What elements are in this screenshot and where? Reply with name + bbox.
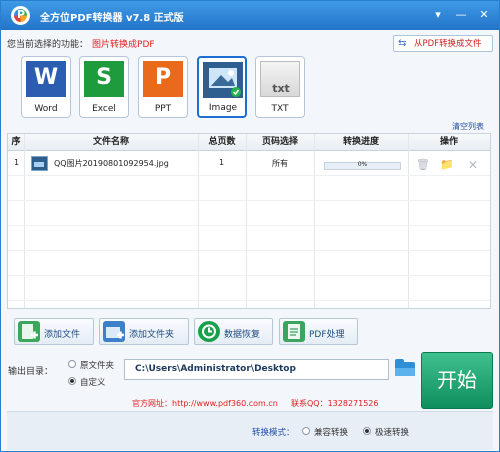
- function-selector: 您当前选择的功能： 图片转换成PDF: [7, 37, 155, 50]
- minimize-button[interactable]: —: [450, 6, 472, 24]
- txt-icon: txt: [260, 61, 300, 97]
- progress-text: 0%: [357, 161, 368, 168]
- swap-icon: ⇆: [398, 38, 407, 49]
- row-total-pages: 1: [219, 158, 225, 167]
- format-name: Word: [34, 104, 58, 114]
- word-icon: W: [26, 61, 66, 97]
- data-restore-label: 数据恢复: [224, 330, 261, 340]
- col-operations[interactable]: 操作: [408, 134, 490, 150]
- format-name: TXT: [271, 104, 289, 114]
- compatible-mode-label[interactable]: 兼容转换: [314, 426, 348, 438]
- format-name: PPT: [154, 104, 172, 114]
- format-word-button[interactable]: W Word: [21, 56, 71, 118]
- function-label: 您当前选择的功能：: [7, 40, 89, 50]
- format-ppt-button[interactable]: P PPT: [138, 56, 188, 118]
- title-bar[interactable]: 全方位PDF转换器 v7.8 正式版 ▾ — ✕: [1, 1, 499, 30]
- col-page-selection[interactable]: 页码选择: [246, 134, 314, 150]
- start-button[interactable]: 开始: [421, 352, 493, 409]
- app-window: 全方位PDF转换器 v7.8 正式版 ▾ — ✕ 您当前选择的功能：图片转换成P…: [0, 0, 500, 452]
- image-file-icon: [31, 156, 48, 171]
- bottom-bar: 转换模式： 兼容转换 极速转换: [7, 411, 493, 450]
- add-file-icon: [18, 321, 40, 342]
- data-restore-button[interactable]: 数据恢复: [194, 318, 273, 345]
- image-icon: [203, 62, 243, 98]
- col-file-name[interactable]: 文件名称: [24, 134, 198, 150]
- add-folder-icon: [103, 321, 125, 342]
- format-name: Excel: [92, 104, 116, 114]
- col-total-pages[interactable]: 总页数: [198, 134, 246, 150]
- format-excel-button[interactable]: S Excel: [79, 56, 129, 118]
- website-text[interactable]: 官方网址：http://www.pdf360.com.cn: [132, 398, 278, 409]
- pdf-process-button[interactable]: PDF处理: [279, 318, 358, 345]
- qq-contact-text: 联系QQ：1328271526: [291, 399, 379, 408]
- format-txt-button[interactable]: txt TXT: [255, 56, 305, 118]
- current-function: 图片转换成PDF: [92, 40, 155, 50]
- pdf-process-icon: [283, 321, 305, 342]
- row-file-name: QQ图片20190801092954.jpg: [54, 159, 169, 168]
- clear-list-link[interactable]: 清空列表: [452, 121, 484, 132]
- custom-folder-radio[interactable]: [68, 377, 76, 385]
- window-title: 全方位PDF转换器 v7.8 正式版: [40, 13, 184, 24]
- row-index: 1: [14, 158, 20, 167]
- row-progress-bar: 0%: [324, 161, 401, 170]
- original-folder-radio[interactable]: [68, 360, 76, 368]
- add-folder-label: 添加文件夹: [129, 330, 175, 340]
- close-button[interactable]: ✕: [473, 6, 495, 24]
- file-table: 序 文件名称 总页数 页码选择 转换进度 操作 1 QQ图片2019080109…: [7, 133, 491, 309]
- format-name: Image: [208, 103, 238, 113]
- delete-icon[interactable]: 🗑: [416, 158, 430, 171]
- custom-folder-label[interactable]: 自定义: [80, 376, 106, 388]
- col-index[interactable]: 序: [8, 134, 24, 150]
- excel-icon: S: [84, 61, 124, 97]
- format-image-button[interactable]: Image: [197, 56, 247, 118]
- app-logo-icon: [11, 6, 30, 25]
- remove-icon[interactable]: ✕: [468, 158, 478, 172]
- restore-icon: [198, 321, 220, 342]
- compatible-mode-radio[interactable]: [302, 427, 310, 435]
- pdf-process-label: PDF处理: [309, 330, 345, 340]
- fast-mode-label[interactable]: 极速转换: [375, 426, 409, 438]
- add-file-label: 添加文件: [44, 330, 81, 340]
- add-folder-button[interactable]: 添加文件夹: [99, 318, 189, 345]
- menu-dropdown-icon[interactable]: ▾: [427, 6, 449, 24]
- conversion-mode-label: 转换模式：: [252, 428, 295, 438]
- from-pdf-label: 从PDF转换成文件: [414, 39, 482, 49]
- original-folder-label[interactable]: 原文件夹: [80, 359, 114, 371]
- table-header: 序 文件名称 总页数 页码选择 转换进度 操作: [8, 134, 490, 151]
- row-page-selection[interactable]: 所有: [272, 158, 288, 169]
- output-path-input[interactable]: C:\Users\Administrator\Desktop: [124, 359, 389, 380]
- output-dir-label: 输出目录：: [8, 367, 54, 377]
- ppt-icon: P: [143, 61, 183, 97]
- from-pdf-button[interactable]: ⇆ 从PDF转换成文件: [393, 35, 493, 52]
- col-progress[interactable]: 转换进度: [314, 134, 408, 150]
- open-folder-icon[interactable]: 📁: [440, 158, 454, 171]
- fast-mode-radio[interactable]: [363, 427, 371, 435]
- browse-folder-icon[interactable]: [395, 359, 415, 376]
- add-file-button[interactable]: 添加文件: [14, 318, 94, 345]
